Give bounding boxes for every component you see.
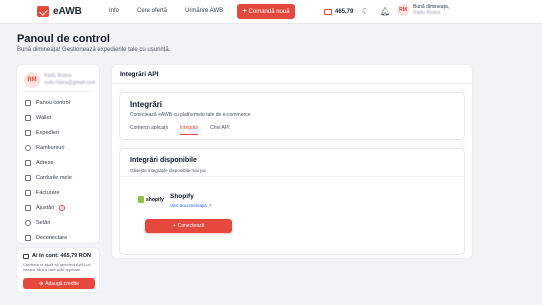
new-order-label: Comandă nouă <box>248 8 290 15</box>
refund-icon <box>25 144 31 151</box>
integrations-title: Integrări <box>130 100 163 109</box>
main-panel: Integrări API Integrări Conectează eAWB … <box>111 64 473 259</box>
sidebar-item-settings[interactable]: Setări <box>23 215 95 230</box>
wallet-icon <box>324 8 332 15</box>
sidebar-item-logout[interactable]: Deconectare <box>23 230 95 245</box>
notification-bell-icon[interactable]: 🔔︎ <box>380 7 390 16</box>
logo-text: eAWB <box>53 6 82 17</box>
invoice-icon <box>25 189 31 196</box>
main-header: Integrări API <box>112 65 472 84</box>
divider <box>23 91 93 92</box>
integrations-card: Integrări Conectează eAWB cu platformele… <box>119 92 465 140</box>
avatar: RM <box>24 72 40 88</box>
sidebar-item-label: Setări <box>36 219 51 226</box>
credit-description: Creditele te ajută să generezi AWB-uri i… <box>23 262 91 273</box>
credit-title: Ai în cont: 465,79 RON <box>23 253 91 259</box>
sidebar-item-label: Ajustări <box>36 204 55 211</box>
plus-icon: + <box>242 8 247 15</box>
external-link-icon: ↗ <box>208 203 212 208</box>
tab-integrations[interactable]: Integrări <box>179 125 199 135</box>
integrations-description: Conectează eAWB cu platformele tale de e… <box>130 112 251 118</box>
credit-balance-text: Ai în cont: 465,79 RON <box>32 253 91 259</box>
page-subtitle: Bună dimineața! Gestionează expedierile … <box>17 47 171 53</box>
address-icon <box>25 159 31 166</box>
sidebar-item-dashboard[interactable]: Panou control <box>23 95 95 110</box>
nav-quote-link[interactable]: Cere ofertă <box>137 8 167 14</box>
sidebar-item-label: Wallet <box>36 114 52 121</box>
tab-app-orders[interactable]: Comenzi aplicații <box>130 125 168 135</box>
shopify-bag-icon <box>138 196 144 203</box>
logo-mark-icon <box>37 6 49 17</box>
documentation-link-label: Vezi documentația <box>170 203 207 208</box>
adjust-icon <box>25 204 31 211</box>
sidebar-item-addresses[interactable]: Adrese <box>23 155 95 170</box>
dashboard-icon <box>25 99 31 106</box>
shopify-logo: shopify <box>138 196 164 203</box>
warning-badge: ! <box>59 204 66 211</box>
available-title: Integrări disponibile <box>130 157 197 164</box>
nav-info-link[interactable]: Info <box>109 8 119 14</box>
avatar: RM <box>397 4 409 16</box>
available-integrations-card: Integrări disponibile Găsește integrăril… <box>119 148 465 255</box>
credit-panel: Ai în cont: 465,79 RON Creditele te ajut… <box>16 247 100 293</box>
main-title: Integrări API <box>120 71 159 78</box>
integrations-tabs: Comenzi aplicații Integrări Chei API <box>130 125 230 135</box>
sidebar-item-label: Deconectare <box>36 234 68 241</box>
package-icon <box>25 129 31 136</box>
plus-icon: + <box>172 223 176 229</box>
sidebar-item-label: Facturare <box>36 189 60 196</box>
connect-label: Conectează <box>177 223 205 229</box>
plus-circle-icon: ⊕ <box>39 280 44 287</box>
gear-icon <box>25 219 31 226</box>
sidebar-item-adjustments[interactable]: Ajustări ! <box>23 200 95 215</box>
tab-api-keys[interactable]: Chei API <box>210 125 229 135</box>
sidebar-item-label: Expedieri <box>36 129 59 136</box>
available-description: Găsește integrările disponibile mai jos <box>130 168 206 173</box>
sidebar-item-label: Panou control <box>36 99 70 106</box>
sidebar-user: RM Radu Ristea radu.ristea@gmail.com <box>24 72 95 88</box>
connect-button[interactable]: + Conectează <box>145 219 232 233</box>
sidebar: RM Radu Ristea radu.ristea@gmail.com Pan… <box>16 64 100 244</box>
logout-icon <box>25 234 31 241</box>
integration-name: Shopify <box>170 193 194 200</box>
sidebar-item-label: Cardurile mele <box>36 174 72 181</box>
documentation-link[interactable]: Vezi documentația ↗ <box>170 203 212 209</box>
wallet-amount: 465,79 <box>335 8 354 15</box>
sidebar-user-name: Radu Ristea <box>44 72 72 79</box>
page-title: Panoul de control <box>17 33 110 45</box>
user-name: Radu Ristea <box>413 10 441 16</box>
top-navbar: eAWB Info Cere ofertă Urmărire AWB + Com… <box>0 0 542 24</box>
wallet-icon <box>23 253 29 259</box>
logo[interactable]: eAWB <box>37 6 82 17</box>
dark-mode-icon[interactable]: ☾ <box>362 7 369 16</box>
sidebar-item-cards[interactable]: Cardurile mele <box>23 170 95 185</box>
user-menu[interactable]: RM Bună dimineața, Radu Ristea <box>397 4 449 16</box>
shopify-logo-text: shopify <box>146 196 164 203</box>
sidebar-item-refunds[interactable]: Rambursuri <box>23 140 95 155</box>
card-icon <box>25 174 31 181</box>
divider <box>120 176 464 177</box>
sidebar-item-label: Rambursuri <box>36 144 65 151</box>
sidebar-item-shipments[interactable]: Expedieri <box>23 125 95 140</box>
sidebar-item-label: Adrese <box>36 159 54 166</box>
sidebar-user-email: radu.ristea@gmail.com <box>44 80 96 86</box>
nav-tracking-link[interactable]: Urmărire AWB <box>185 8 223 14</box>
add-credits-label: Adaugă credite <box>45 280 79 287</box>
sidebar-item-billing[interactable]: Facturare <box>23 185 95 200</box>
sidebar-item-wallet[interactable]: Wallet <box>23 110 95 125</box>
add-credits-button[interactable]: ⊕ Adaugă credite <box>23 278 95 289</box>
wallet-icon <box>25 114 31 121</box>
new-order-button[interactable]: + Comandă nouă <box>237 4 295 19</box>
wallet-balance[interactable]: 465,79 <box>324 5 353 18</box>
